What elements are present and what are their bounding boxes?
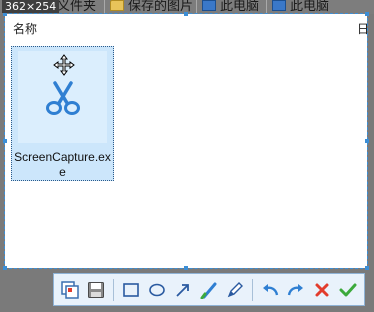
resize-handle-bottom-left[interactable] <box>3 266 7 270</box>
redo-icon <box>287 283 303 295</box>
toolbar-divider <box>113 278 114 301</box>
tab-this-pc-2[interactable]: 此电脑 <box>272 0 329 14</box>
tab-divider <box>104 0 105 14</box>
resize-handle-top-right[interactable] <box>365 12 369 16</box>
redo-button[interactable] <box>284 278 308 302</box>
resize-handle-bottom-right[interactable] <box>365 266 369 270</box>
rectangle-tool-button[interactable] <box>119 278 143 302</box>
file-name-label: ScreenCapture.exe <box>14 150 111 179</box>
undo-icon <box>263 283 279 295</box>
computer-icon <box>202 0 216 11</box>
brush-tool-button[interactable] <box>197 278 221 302</box>
selection-size-readout: 362×254 <box>2 0 60 13</box>
computer-icon <box>272 0 286 11</box>
save-icon <box>88 281 104 298</box>
resize-handle-right[interactable] <box>365 139 369 143</box>
tab-label: 此电脑 <box>220 0 260 13</box>
name-column-header[interactable]: 名称 <box>13 20 37 37</box>
tab-label: 此电脑 <box>290 0 330 13</box>
move-cursor-icon <box>53 54 75 76</box>
save-button[interactable] <box>84 278 108 302</box>
confirm-button[interactable] <box>336 278 360 302</box>
resize-handle-top[interactable] <box>184 12 188 16</box>
tab-saved-pictures[interactable]: 保存的图片 <box>110 0 193 14</box>
arrow-icon <box>176 283 189 297</box>
brush-icon <box>200 282 217 299</box>
ellipse-tool-button[interactable] <box>145 278 169 302</box>
pen-icon <box>227 281 243 297</box>
scissors-icon <box>46 81 80 115</box>
toolbar-divider <box>252 278 253 301</box>
date-column-header[interactable]: 日 <box>357 20 369 37</box>
resize-handle-left[interactable] <box>3 139 7 143</box>
arrow-tool-button[interactable] <box>171 278 195 302</box>
folder-icon <box>110 0 124 11</box>
tab-label: 保存的图片 <box>128 0 194 13</box>
tab-this-pc-1[interactable]: 此电脑 <box>202 0 259 14</box>
rectangle-icon <box>123 282 139 297</box>
ellipse-icon <box>149 283 165 296</box>
mosaic-button[interactable] <box>58 278 82 302</box>
capture-toolbar <box>53 273 365 306</box>
mosaic-icon <box>61 280 79 299</box>
resize-handle-bottom[interactable] <box>184 266 188 270</box>
capture-selection-region[interactable]: 名称 日 ScreenCapture.exe <box>3 12 369 270</box>
close-icon <box>315 283 329 296</box>
tab-divider <box>266 0 267 14</box>
cancel-button[interactable] <box>310 278 334 302</box>
check-icon <box>339 283 357 296</box>
undo-button[interactable] <box>258 278 282 302</box>
pen-tool-button[interactable] <box>223 278 247 302</box>
tab-divider <box>196 0 197 14</box>
